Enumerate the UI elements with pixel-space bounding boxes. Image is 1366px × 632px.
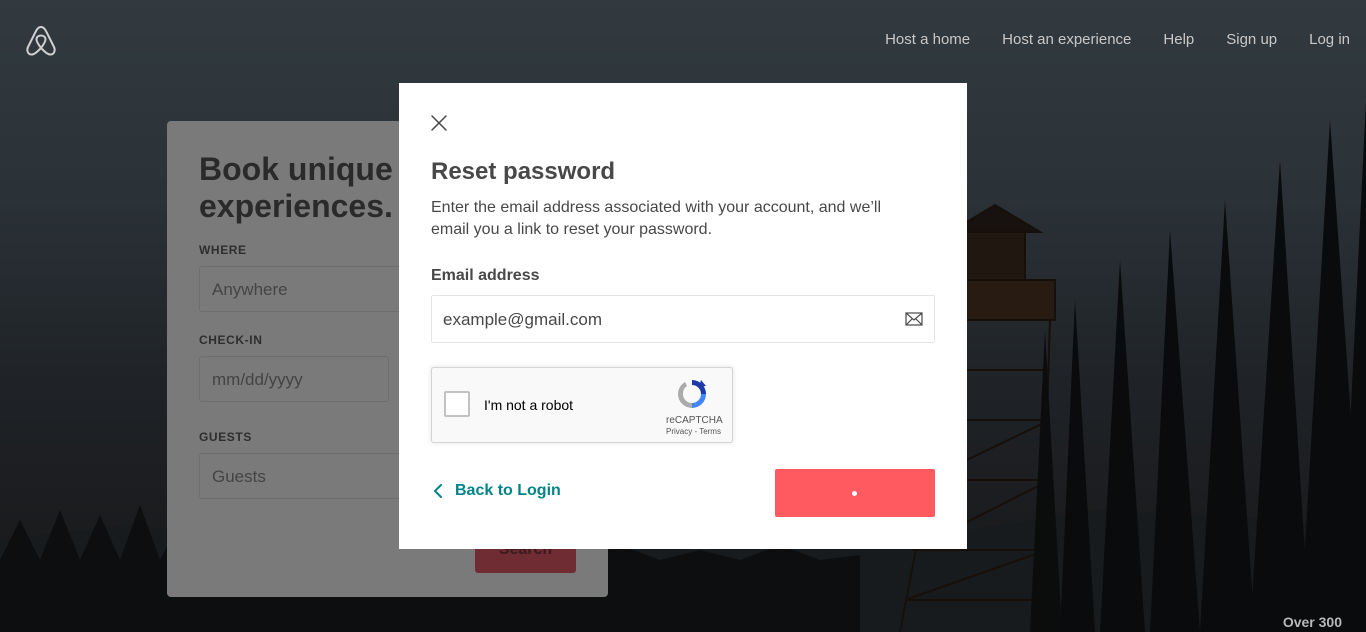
recaptcha-logo-icon bbox=[678, 380, 706, 408]
nav-help[interactable]: Help bbox=[1163, 31, 1194, 48]
modal-description: Enter the email address associated with … bbox=[431, 199, 882, 238]
reset-password-modal: Reset password Enter the email address a… bbox=[399, 83, 967, 549]
airbnb-logo-icon[interactable] bbox=[24, 24, 58, 58]
checkin-input[interactable]: mm/dd/yyyy bbox=[199, 356, 389, 402]
modal-title: Reset password bbox=[431, 158, 616, 185]
recaptcha-links[interactable]: Privacy - Terms bbox=[666, 427, 721, 436]
recaptcha-label: I'm not a robot bbox=[484, 397, 574, 413]
nav-host-an-experience[interactable]: Host an experience bbox=[1002, 31, 1131, 48]
recaptcha-checkbox[interactable] bbox=[444, 391, 470, 417]
email-label: Email address bbox=[431, 267, 540, 284]
guests-label: GUESTS bbox=[199, 430, 252, 444]
back-to-login-label: Back to Login bbox=[455, 482, 561, 499]
mail-icon bbox=[905, 312, 923, 326]
nav-host-a-home[interactable]: Host a home bbox=[885, 31, 970, 48]
send-reset-link-button[interactable] bbox=[775, 469, 935, 517]
footer-text: Over 300 bbox=[1282, 614, 1342, 630]
where-label: WHERE bbox=[199, 243, 247, 257]
back-to-login-link[interactable]: Back to Login bbox=[431, 482, 561, 500]
recaptcha-widget: I'm not a robot reCAPTCHA Privacy - Term… bbox=[431, 367, 733, 443]
checkin-label: CHECK-IN bbox=[199, 333, 263, 347]
nav-log-in[interactable]: Log in bbox=[1309, 31, 1350, 48]
top-nav: Host a home Host an experience Help Sign… bbox=[853, 31, 1350, 48]
loading-dot-icon bbox=[852, 491, 857, 496]
email-input[interactable] bbox=[432, 296, 885, 344]
close-icon[interactable] bbox=[431, 115, 447, 131]
email-field[interactable] bbox=[431, 295, 935, 344]
chevron-left-icon bbox=[434, 484, 442, 498]
recaptcha-brand: reCAPTCHA bbox=[666, 415, 723, 426]
nav-sign-up[interactable]: Sign up bbox=[1226, 31, 1277, 48]
